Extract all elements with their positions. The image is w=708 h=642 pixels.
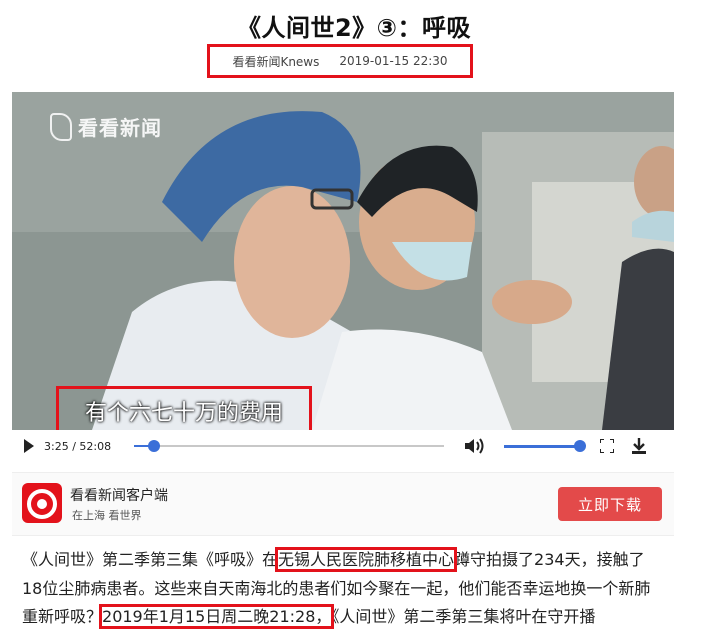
video-subtitle: 有个六七十万的费用 <box>56 386 312 436</box>
seek-handle[interactable] <box>148 440 161 452</box>
article-meta: 看看新闻Knews 2019-01-15 22:30 <box>207 44 473 78</box>
video-player[interactable]: 看看新闻 有个六七十万的费用 3:25 / 52:08 <box>12 92 674 462</box>
seek-bar[interactable] <box>134 440 444 452</box>
body-text-1: 《人间世》第二季第三集《呼吸》在 <box>22 550 279 569</box>
video-controls: 3:25 / 52:08 <box>12 430 674 462</box>
volume-icon[interactable] <box>464 437 486 455</box>
volume-handle[interactable] <box>574 439 586 452</box>
app-slogan: 在上海 看世界 <box>72 509 142 522</box>
knews-logo-icon <box>50 112 72 141</box>
time-display: 3:25 / 52:08 <box>44 439 112 453</box>
body-text-3: 《人间世》第二季第三集将叶在守开播 <box>331 607 596 626</box>
knews-app-icon <box>22 483 62 523</box>
video-frame <box>12 92 674 430</box>
volume-slider[interactable] <box>504 439 586 452</box>
fullscreen-icon[interactable] <box>599 438 615 454</box>
source-label: 看看新闻Knews <box>232 54 320 69</box>
app-download-banner: 看看新闻客户端 在上海 看世界 立即下载 <box>12 472 674 536</box>
highlight-airtime: 2019年1月15日周二晚21:28， <box>99 604 335 629</box>
article-title: 《人间世2》③：呼吸 <box>236 14 472 42</box>
article-body: 《人间世》第二季第三集《呼吸》在无锡人民医院肺移植中心蹲守拍摄了234天，接触了… <box>22 546 662 632</box>
play-icon[interactable] <box>24 439 34 453</box>
download-icon[interactable] <box>632 438 646 454</box>
watermark-text: 看看新闻 <box>78 116 162 140</box>
app-name: 看看新闻客户端 <box>70 488 168 504</box>
highlight-hospital: 无锡人民医院肺移植中心 <box>275 547 458 572</box>
download-now-button[interactable]: 立即下载 <box>558 487 662 521</box>
publish-datetime: 2019-01-15 22:30 <box>339 54 448 68</box>
video-watermark: 看看新闻 <box>50 112 162 141</box>
